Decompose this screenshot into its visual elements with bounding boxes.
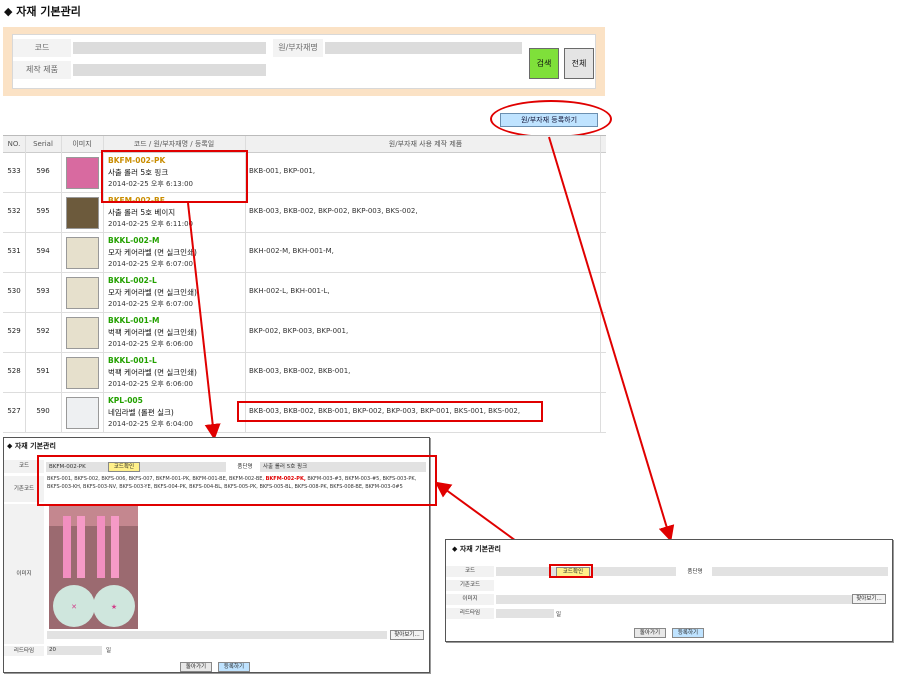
zipper-pull-image: ✕ ★ [49,506,138,629]
new-base-code-label: 기존코드 [446,580,494,591]
annotation-box-check-code [549,564,593,578]
detail-lead-value: 20 [49,647,56,653]
detail-image-label: 이미지 [4,504,44,644]
detail-register-button[interactable]: 등록하기 [218,662,250,672]
new-unit-label: 품단명 [687,569,703,575]
detail-lead-label: 리드타임 [4,646,44,656]
detail-back-button[interactable]: 돌아가기 [180,662,212,672]
arrow-to-new-form [548,136,675,542]
detail-image-path-field[interactable] [47,631,387,639]
new-back-button[interactable]: 돌아가기 [634,628,666,638]
new-material-window: ◆ 자재 기본관리 코드 코드확인 품단명 기존코드 이미지 찾아보기... 리… [445,539,893,642]
detail-window-title: ◆ 자재 기본관리 [7,442,56,450]
new-lead-field[interactable] [496,609,554,618]
new-lead-unit: 일 [556,612,562,618]
annotation-box-base-code [37,455,437,506]
new-unit-field[interactable] [712,567,888,576]
new-code-label: 코드 [446,566,494,577]
detail-product-image: ✕ ★ [49,506,138,629]
new-image-path-field[interactable] [496,595,852,604]
detail-lead-field[interactable]: 20 [47,646,102,655]
new-lead-label: 리드타임 [446,608,494,619]
detail-find-button[interactable]: 찾아보기... [390,630,424,640]
svg-text:★: ★ [111,603,117,611]
new-find-button[interactable]: 찾아보기... [852,594,886,604]
svg-text:✕: ✕ [71,603,77,611]
new-window-title: ◆ 자재 기본관리 [452,545,501,553]
screenshot-root: ◆ 자재 기본관리 코드 원/부자재명 제작 제품 검색 전체 원/부자재 등록… [0,0,900,675]
detail-lead-unit: 일 [106,648,112,654]
new-image-label: 이미지 [446,594,494,605]
arrow-to-detail [187,202,221,440]
new-register-button[interactable]: 등록하기 [672,628,704,638]
